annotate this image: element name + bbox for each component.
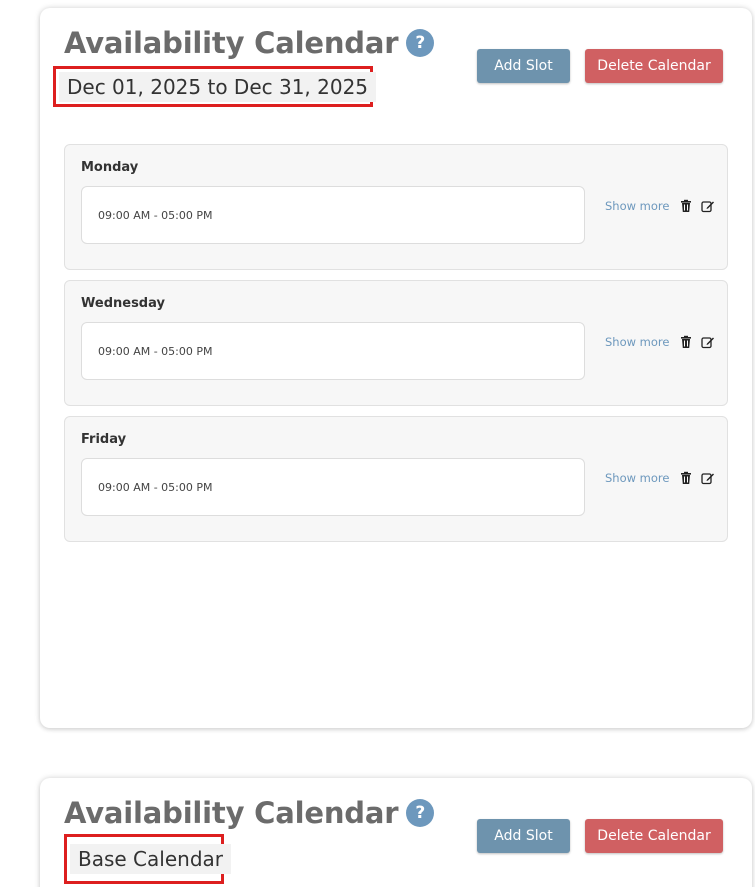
delete-calendar-button[interactable]: Delete Calendar <box>585 819 723 853</box>
calendar-card: Availability Calendar ? Dec 01, 2025 to … <box>40 8 752 728</box>
calendar-title: Availability Calendar <box>64 26 399 60</box>
day-name: Wednesday <box>81 296 165 311</box>
add-slot-button[interactable]: Add Slot <box>477 819 570 853</box>
delete-calendar-button[interactable]: Delete Calendar <box>585 49 723 83</box>
trash-icon[interactable] <box>679 335 693 349</box>
day-panel-friday: Friday 09:00 AM - 05:00 PM Show more <box>64 416 728 542</box>
slot-actions: Show more <box>605 199 723 213</box>
edit-icon[interactable] <box>701 199 715 213</box>
time-slot-text: 09:00 AM - 05:00 PM <box>98 480 213 494</box>
calendar-title: Availability Calendar <box>64 796 399 830</box>
show-more-link[interactable]: Show more <box>605 199 669 213</box>
day-name: Monday <box>81 160 139 175</box>
time-slot-text: 09:00 AM - 05:00 PM <box>98 208 213 222</box>
show-more-link[interactable]: Show more <box>605 335 669 349</box>
date-range: Base Calendar <box>70 844 231 874</box>
time-slot: 09:00 AM - 05:00 PM <box>81 186 585 244</box>
date-range-highlight: Base Calendar <box>64 834 231 884</box>
time-slot-text: 09:00 AM - 05:00 PM <box>98 344 213 358</box>
slot-actions: Show more <box>605 335 723 349</box>
day-panel-monday: Monday 09:00 AM - 05:00 PM Show more <box>64 144 728 270</box>
trash-icon[interactable] <box>679 471 693 485</box>
help-icon[interactable]: ? <box>406 29 435 57</box>
calendar-header: Availability Calendar ? <box>64 26 435 60</box>
calendar-card: Availability Calendar ? Base Calendar Ad… <box>40 778 752 887</box>
edit-icon[interactable] <box>701 335 715 349</box>
time-slot: 09:00 AM - 05:00 PM <box>81 322 585 380</box>
trash-icon[interactable] <box>679 199 693 213</box>
date-range-highlight: Dec 01, 2025 to Dec 31, 2025 <box>53 66 377 107</box>
date-range: Dec 01, 2025 to Dec 31, 2025 <box>59 71 377 102</box>
day-name: Friday <box>81 432 127 447</box>
add-slot-button[interactable]: Add Slot <box>477 49 570 83</box>
edit-icon[interactable] <box>701 471 715 485</box>
day-panel-wednesday: Wednesday 09:00 AM - 05:00 PM Show more <box>64 280 728 406</box>
show-more-link[interactable]: Show more <box>605 471 669 485</box>
time-slot: 09:00 AM - 05:00 PM <box>81 458 585 516</box>
calendar-header: Availability Calendar ? <box>64 796 435 830</box>
help-icon[interactable]: ? <box>406 799 435 827</box>
slot-actions: Show more <box>605 471 723 485</box>
